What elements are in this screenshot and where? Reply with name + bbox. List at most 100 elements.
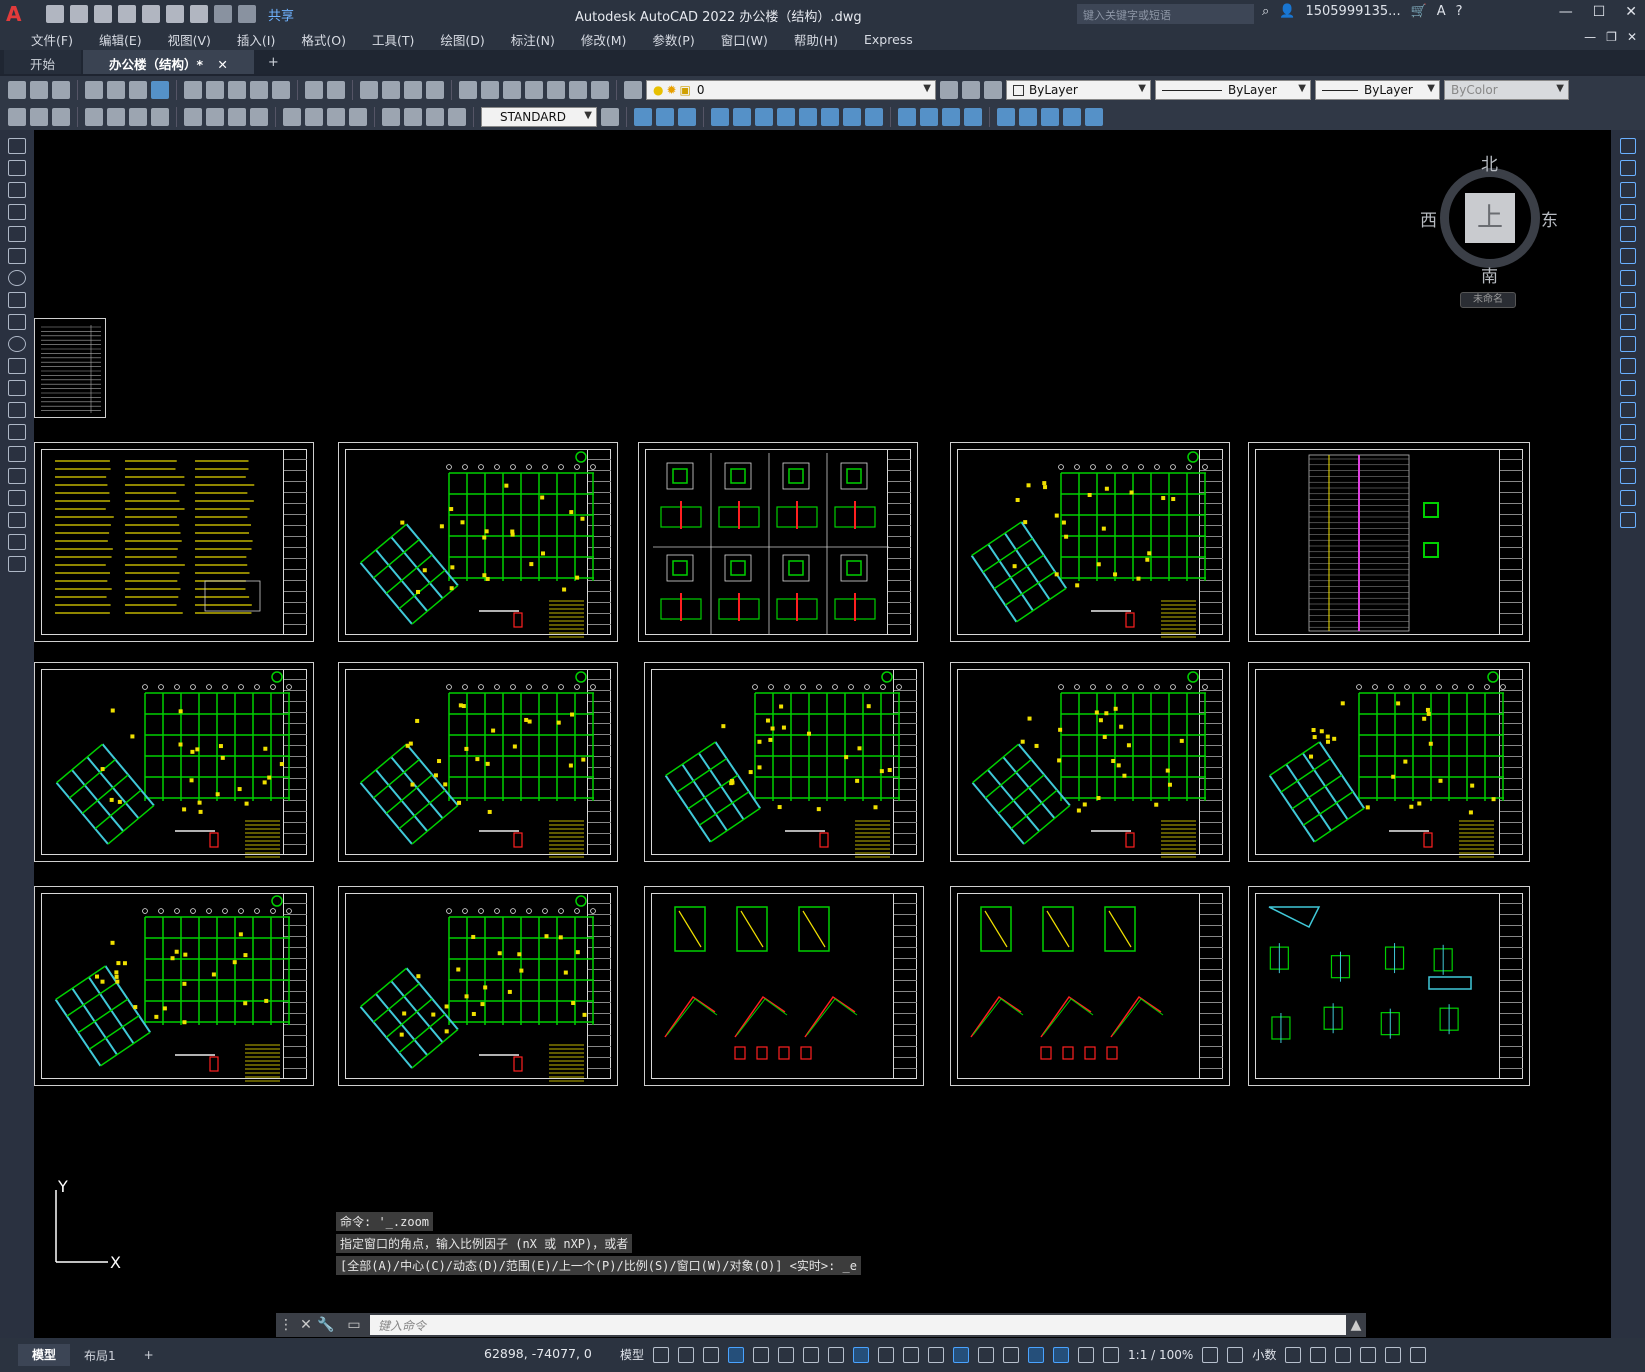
gizmo-icon[interactable]: [1028, 1346, 1045, 1363]
baseline-dim-icon[interactable]: [305, 108, 323, 126]
mirror-icon[interactable]: [1620, 182, 1636, 198]
mirror-icon[interactable]: [678, 108, 696, 126]
circle-icon[interactable]: [8, 270, 26, 286]
doc-restore-icon[interactable]: ❐: [1606, 30, 1617, 44]
match-properties-icon[interactable]: [250, 81, 268, 99]
annotation-monitor-icon[interactable]: [1227, 1346, 1244, 1363]
undo-icon[interactable]: [214, 5, 232, 23]
drawing-sheet[interactable]: [950, 886, 1230, 1086]
publish-icon[interactable]: [129, 81, 147, 99]
menu-edit[interactable]: 编辑(E): [86, 30, 155, 49]
annotation-scale-icon[interactable]: [1103, 1346, 1120, 1363]
open-file-icon[interactable]: [70, 5, 88, 23]
zoom-realtime-icon[interactable]: [382, 81, 400, 99]
close-icon[interactable]: ✕: [1625, 4, 1637, 20]
edit-hatch-icon[interactable]: [1063, 108, 1081, 126]
compass-west[interactable]: 西: [1420, 206, 1437, 231]
minimize-icon[interactable]: —: [1559, 4, 1573, 20]
user-icon[interactable]: 👤: [1279, 4, 1295, 19]
maximize-icon[interactable]: ☐: [1593, 4, 1606, 20]
doc-close-icon[interactable]: ✕: [1627, 30, 1637, 44]
ellipse-arc-icon[interactable]: [8, 358, 26, 374]
make-current-icon[interactable]: [962, 81, 980, 99]
transparency-icon[interactable]: [903, 1346, 920, 1363]
multiline-text-icon[interactable]: [8, 534, 26, 550]
3d-print-icon[interactable]: [151, 81, 169, 99]
menu-insert[interactable]: 插入(I): [224, 30, 288, 49]
tool-palettes-icon[interactable]: [503, 81, 521, 99]
annotation-scale-value[interactable]: 1:1 / 100%: [1128, 1348, 1193, 1362]
fillet-icon[interactable]: [1620, 468, 1636, 484]
layer-dropdown[interactable]: ● ✹ ▣ 0 ▼: [646, 80, 936, 100]
copy-object-icon[interactable]: [656, 108, 674, 126]
share-button[interactable]: 共享: [268, 5, 294, 24]
diameter-dim-icon[interactable]: [228, 108, 246, 126]
angular-dim-icon[interactable]: [250, 108, 268, 126]
pan-icon[interactable]: [360, 81, 378, 99]
new-tab-button[interactable]: +: [256, 51, 291, 74]
ortho-icon[interactable]: [753, 1346, 770, 1363]
copy-icon[interactable]: [1620, 160, 1636, 176]
rotate-icon[interactable]: [1620, 270, 1636, 286]
dynamic-ucs-icon[interactable]: [978, 1346, 995, 1363]
menu-draw[interactable]: 绘图(D): [427, 30, 497, 49]
jogged-dim-icon[interactable]: [206, 108, 224, 126]
stretch-icon[interactable]: [1620, 314, 1636, 330]
model-space-button[interactable]: 模型: [620, 1346, 644, 1363]
ordinate-dim-icon[interactable]: [151, 108, 169, 126]
region-icon[interactable]: [8, 490, 26, 506]
undo-icon[interactable]: [305, 81, 323, 99]
drawing-sheet[interactable]: [34, 662, 314, 862]
print-icon[interactable]: [190, 5, 208, 23]
tab-drawing[interactable]: 办公楼（结构）* ✕: [83, 50, 254, 74]
move-icon[interactable]: [1620, 248, 1636, 264]
color-dropdown[interactable]: ByLayer ▼: [1006, 80, 1151, 100]
scale-icon[interactable]: [1620, 292, 1636, 308]
properties-icon[interactable]: [459, 81, 477, 99]
dynamic-input-icon[interactable]: [728, 1346, 745, 1363]
fillet-icon[interactable]: [964, 108, 982, 126]
trim-icon[interactable]: [843, 108, 861, 126]
command-input[interactable]: 键入命令: [370, 1315, 1346, 1335]
open-icon[interactable]: [30, 81, 48, 99]
center-mark-icon[interactable]: [404, 108, 422, 126]
zoom-window-icon[interactable]: [404, 81, 422, 99]
drawing-sheet[interactable]: [638, 442, 918, 642]
help-icon[interactable]: [591, 81, 609, 99]
break-icon[interactable]: [1620, 402, 1636, 418]
snap-icon[interactable]: [678, 1346, 695, 1363]
infer-constraints-icon[interactable]: [703, 1346, 720, 1363]
menu-help[interactable]: 帮助(H): [781, 30, 851, 49]
open-web-icon[interactable]: [142, 5, 160, 23]
menu-file[interactable]: 文件(F): [18, 30, 86, 49]
edit-icon[interactable]: [8, 108, 26, 126]
block-editor-icon[interactable]: [272, 81, 290, 99]
make-block-icon[interactable]: [8, 402, 26, 418]
gradient-icon[interactable]: [8, 468, 26, 484]
user-name[interactable]: 1505999135...: [1305, 4, 1400, 19]
construction-line-icon[interactable]: [8, 160, 26, 176]
tolerance-icon[interactable]: [382, 108, 400, 126]
save-icon[interactable]: [52, 81, 70, 99]
polar-tracking-icon[interactable]: [778, 1346, 795, 1363]
search-input[interactable]: 键入关键字或短语: [1077, 4, 1254, 24]
clean-screen-icon[interactable]: [1385, 1346, 1402, 1363]
paste-icon[interactable]: [228, 81, 246, 99]
close-command-icon[interactable]: ✕: [296, 1317, 316, 1333]
markup-icon[interactable]: [547, 81, 565, 99]
isolate-objects-icon[interactable]: [1335, 1346, 1352, 1363]
calculator-icon[interactable]: [569, 81, 587, 99]
save-as-icon[interactable]: [118, 5, 136, 23]
rotate-icon[interactable]: [777, 108, 795, 126]
radius-dim-icon[interactable]: [184, 108, 202, 126]
drawing-canvas[interactable]: [34, 130, 1611, 1338]
quick-properties-icon[interactable]: [1285, 1346, 1302, 1363]
plotstyle-dropdown[interactable]: ByColor ▼: [1444, 80, 1569, 100]
edit-spline-icon[interactable]: [1041, 108, 1059, 126]
drawing-sheet[interactable]: [1248, 662, 1530, 862]
inspection-icon[interactable]: [426, 108, 444, 126]
menu-dimension[interactable]: 标注(N): [498, 30, 568, 49]
linear-dim-icon[interactable]: [85, 108, 103, 126]
3d-osnap-icon[interactable]: [953, 1346, 970, 1363]
compass-east[interactable]: 东: [1541, 206, 1558, 231]
